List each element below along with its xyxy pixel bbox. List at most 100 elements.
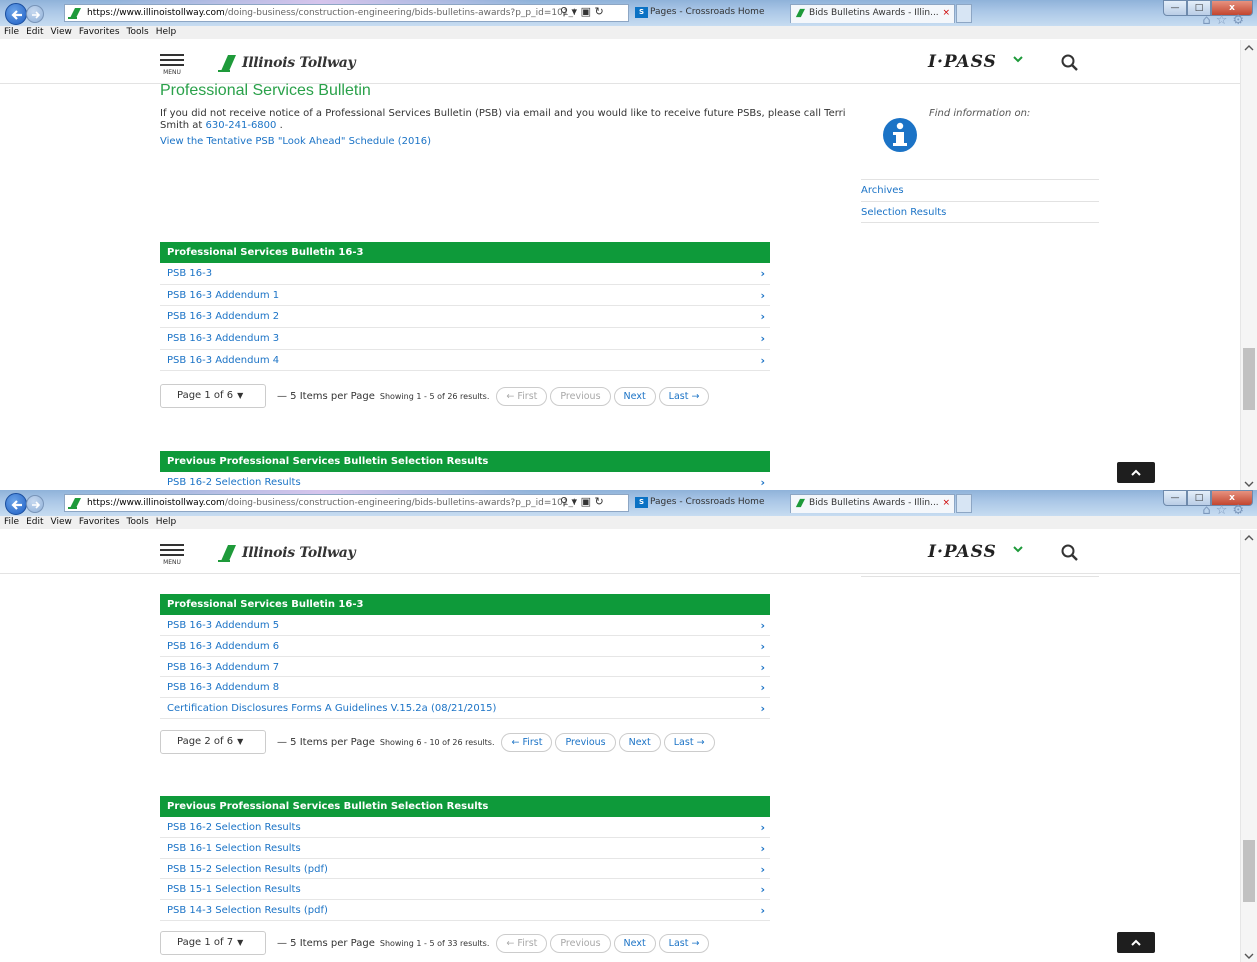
page-select[interactable]: Page 1 of 7 ▼ — [160, 931, 266, 955]
menu-file[interactable]: File — [4, 27, 19, 37]
list-item-link[interactable]: Certification Disclosures Forms A Guidel… — [167, 703, 496, 714]
menu-view[interactable]: View — [51, 517, 72, 527]
back-to-top-button[interactable] — [1117, 932, 1155, 953]
list-item-link[interactable]: PSB 16-3 Addendum 5 — [167, 620, 279, 631]
list-item[interactable]: PSB 14-3 Selection Results (pdf) › — [160, 900, 770, 921]
minimize-button[interactable]: — — [1163, 490, 1187, 506]
side-link-label[interactable]: Selection Results — [861, 207, 946, 218]
list-item-link[interactable]: PSB 16-1 Selection Results — [167, 843, 301, 854]
menu-edit[interactable]: Edit — [26, 27, 43, 37]
chevron-down-icon[interactable] — [1012, 54, 1024, 64]
scroll-down-icon[interactable] — [1244, 952, 1254, 960]
scrollbar-thumb[interactable] — [1243, 348, 1255, 410]
list-item-link[interactable]: PSB 15-2 Selection Results (pdf) — [167, 864, 328, 875]
address-tools[interactable]: ⚲ ▾ ▣ ↻ — [560, 5, 604, 18]
next-button[interactable]: Next — [613, 386, 656, 406]
side-link-label[interactable]: Archives — [861, 185, 904, 196]
list-item[interactable]: PSB 16-2 Selection Results › — [160, 472, 770, 490]
tab-bids-bulletins[interactable]: Bids Bulletins Awards - Illin... × — [790, 494, 955, 513]
back-button[interactable] — [5, 493, 27, 515]
first-button[interactable]: ← First — [501, 732, 553, 752]
first-button[interactable]: ← First — [496, 933, 548, 953]
lookahead-schedule-link[interactable]: View the Tentative PSB "Look Ahead" Sche… — [160, 136, 431, 147]
next-button[interactable]: Next — [618, 732, 661, 752]
list-item[interactable]: PSB 16-3 › — [160, 263, 770, 285]
vertical-scrollbar[interactable] — [1240, 40, 1257, 490]
list-item-link[interactable]: PSB 16-3 Addendum 6 — [167, 641, 279, 652]
list-item[interactable]: PSB 16-3 Addendum 2 › — [160, 306, 770, 329]
side-link-selection-results[interactable]: Selection Results — [861, 201, 1099, 223]
list-item[interactable]: PSB 16-3 Addendum 4 › — [160, 350, 770, 372]
tab-crossroads[interactable]: S Pages - Crossroads Home — [632, 494, 784, 513]
last-button[interactable]: Last → — [658, 933, 710, 953]
list-item[interactable]: PSB 16-2 Selection Results › — [160, 817, 770, 838]
list-item-link[interactable]: PSB 15-1 Selection Results — [167, 884, 301, 895]
new-tab-button[interactable] — [956, 4, 972, 23]
tab-close-icon[interactable]: × — [942, 495, 950, 512]
tollway-logo[interactable]: Illinois Tollway — [218, 52, 356, 74]
page-select[interactable]: Page 2 of 6 ▼ — [160, 730, 266, 754]
next-button[interactable]: Next — [613, 933, 656, 953]
chevron-down-icon[interactable] — [1012, 544, 1024, 554]
tab-bids-bulletins[interactable]: Bids Bulletins Awards - Illin... × — [790, 4, 955, 23]
list-item-link[interactable]: PSB 16-3 — [167, 268, 212, 279]
list-item-link[interactable]: PSB 14-3 Selection Results (pdf) — [167, 905, 328, 916]
list-item[interactable]: Certification Disclosures Forms A Guidel… — [160, 698, 770, 719]
scroll-up-icon[interactable] — [1244, 44, 1254, 52]
list-item-link[interactable]: PSB 16-3 Addendum 7 — [167, 662, 279, 673]
back-button[interactable] — [5, 3, 27, 25]
menu-favorites[interactable]: Favorites — [79, 27, 120, 37]
menu-help[interactable]: Help — [156, 517, 177, 527]
list-item-link[interactable]: PSB 16-3 Addendum 2 — [167, 311, 279, 322]
side-link-archives[interactable]: Archives — [861, 179, 1099, 201]
phone-link[interactable]: 630-241-6800 — [206, 120, 277, 131]
search-icon[interactable]: ⚲ — [560, 495, 568, 508]
forward-button[interactable] — [26, 495, 44, 513]
new-tab-button[interactable] — [956, 494, 972, 513]
last-button[interactable]: Last → — [658, 386, 710, 406]
address-tools[interactable]: ⚲ ▾ ▣ ↻ — [560, 495, 604, 508]
list-item[interactable]: PSB 16-3 Addendum 1 › — [160, 285, 770, 307]
menu-tools[interactable]: Tools — [127, 517, 149, 527]
menu-favorites[interactable]: Favorites — [79, 517, 120, 527]
menu-edit[interactable]: Edit — [26, 517, 43, 527]
hamburger-menu[interactable]: MENU — [160, 54, 184, 76]
refresh-icon[interactable]: ↻ — [594, 5, 603, 18]
address-bar[interactable]: https://www.illinoistollway.com/doing-bu… — [64, 4, 629, 22]
menu-tools[interactable]: Tools — [127, 27, 149, 37]
last-button[interactable]: Last → — [663, 732, 715, 752]
search-icon[interactable] — [1060, 544, 1080, 562]
list-item[interactable]: PSB 16-3 Addendum 8 › — [160, 677, 770, 699]
list-item[interactable]: PSB 16-3 Addendum 3 › — [160, 328, 770, 350]
list-item[interactable]: PSB 16-3 Addendum 6 › — [160, 636, 770, 657]
menu-help[interactable]: Help — [156, 27, 177, 37]
ipass-link[interactable]: I·PASS — [928, 542, 997, 562]
back-to-top-button[interactable] — [1117, 462, 1155, 483]
tollway-logo[interactable]: Illinois Tollway — [218, 542, 356, 564]
vertical-scrollbar[interactable] — [1240, 530, 1257, 962]
refresh-icon[interactable]: ↻ — [594, 495, 603, 508]
tab-close-icon[interactable]: × — [942, 5, 950, 22]
menu-view[interactable]: View — [51, 27, 72, 37]
forward-button[interactable] — [26, 5, 44, 23]
list-item-link[interactable]: PSB 16-2 Selection Results — [167, 477, 301, 488]
list-item-link[interactable]: PSB 16-3 Addendum 8 — [167, 682, 279, 693]
ipass-link[interactable]: I·PASS — [928, 52, 997, 72]
list-item[interactable]: PSB 15-2 Selection Results (pdf) › — [160, 859, 770, 880]
list-item-link[interactable]: PSB 16-3 Addendum 4 — [167, 355, 279, 366]
search-icon[interactable]: ⚲ — [560, 5, 568, 18]
page-select[interactable]: Page 1 of 6 ▼ — [160, 384, 266, 408]
list-item-link[interactable]: PSB 16-3 Addendum 1 — [167, 290, 279, 301]
previous-button[interactable]: Previous — [555, 732, 616, 752]
scrollbar-thumb[interactable] — [1243, 840, 1255, 902]
previous-button[interactable]: Previous — [550, 933, 611, 953]
hamburger-menu[interactable]: MENU — [160, 544, 184, 566]
scroll-up-icon[interactable] — [1244, 534, 1254, 542]
minimize-button[interactable]: — — [1163, 0, 1187, 16]
list-item[interactable]: PSB 16-3 Addendum 5 › — [160, 615, 770, 636]
list-item[interactable]: PSB 15-1 Selection Results › — [160, 879, 770, 901]
menu-file[interactable]: File — [4, 517, 19, 527]
previous-button[interactable]: Previous — [550, 386, 611, 406]
list-item-link[interactable]: PSB 16-2 Selection Results — [167, 822, 301, 833]
tab-crossroads[interactable]: S Pages - Crossroads Home — [632, 4, 784, 23]
